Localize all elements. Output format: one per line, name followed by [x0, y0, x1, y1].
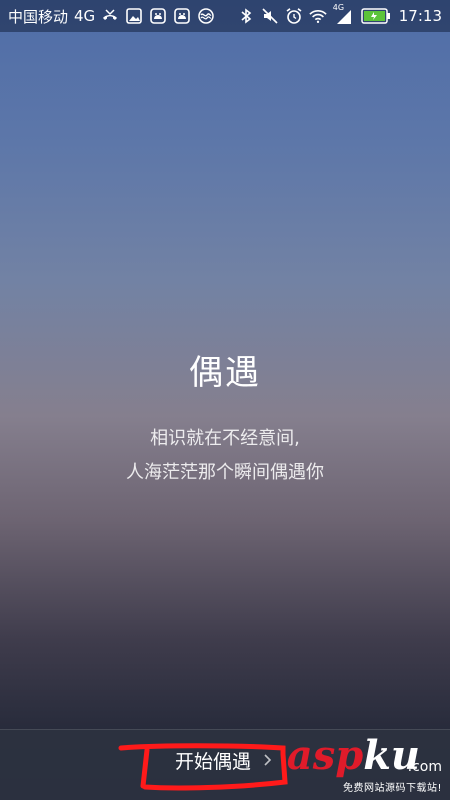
intro-text: 相识就在不经意间, 人海茫茫那个瞬间偶遇你: [0, 422, 450, 490]
watermark-domain: .com: [407, 759, 442, 775]
carrier-name: 中国移动: [8, 7, 69, 26]
network-type: 4G: [74, 7, 96, 25]
screen: 中国移动 4G 4G 17:13 偶遇 相识就在不经意间, 人海茫茫那个瞬间偶遇…: [0, 0, 450, 800]
wifi-icon: [309, 7, 327, 25]
watermark-letter: s: [312, 732, 336, 779]
signal-network-badge: 4G: [332, 3, 345, 12]
bluetooth-icon: [237, 7, 255, 25]
missed-call-icon: [101, 7, 119, 25]
status-right: 4G 17:13: [237, 3, 442, 25]
android-icon: [149, 7, 167, 25]
battery-icon: [361, 8, 391, 24]
status-time: 17:13: [398, 7, 442, 25]
intro-line-1: 相识就在不经意间,: [150, 428, 300, 449]
status-bar: 中国移动 4G 4G 17:13: [0, 0, 450, 32]
chevron-right-icon: [264, 754, 272, 766]
watermark-letter: p: [335, 732, 364, 779]
intro-section: 偶遇 相识就在不经意间, 人海茫茫那个瞬间偶遇你: [0, 345, 450, 490]
mute-icon: [261, 7, 279, 25]
watermark-logo: aspku: [287, 736, 420, 776]
start-button-label: 开始偶遇: [174, 750, 251, 773]
status-left: 中国移动 4G: [8, 6, 215, 27]
intro-line-2: 人海茫茫那个瞬间偶遇你: [126, 462, 324, 483]
watermark-tagline: 免费网站源码下载站!: [342, 783, 442, 794]
image-icon: [125, 7, 143, 25]
alarm-icon: [285, 7, 303, 25]
signal-icon: 4G: [333, 3, 355, 25]
wave-icon: [197, 7, 215, 25]
watermark-letter: a: [286, 732, 313, 779]
watermark: aspku .com 免费网站源码下载站!: [277, 736, 442, 795]
page-title: 偶遇: [189, 353, 261, 393]
android-icon: [173, 7, 191, 25]
watermark-letter: k: [363, 732, 391, 779]
